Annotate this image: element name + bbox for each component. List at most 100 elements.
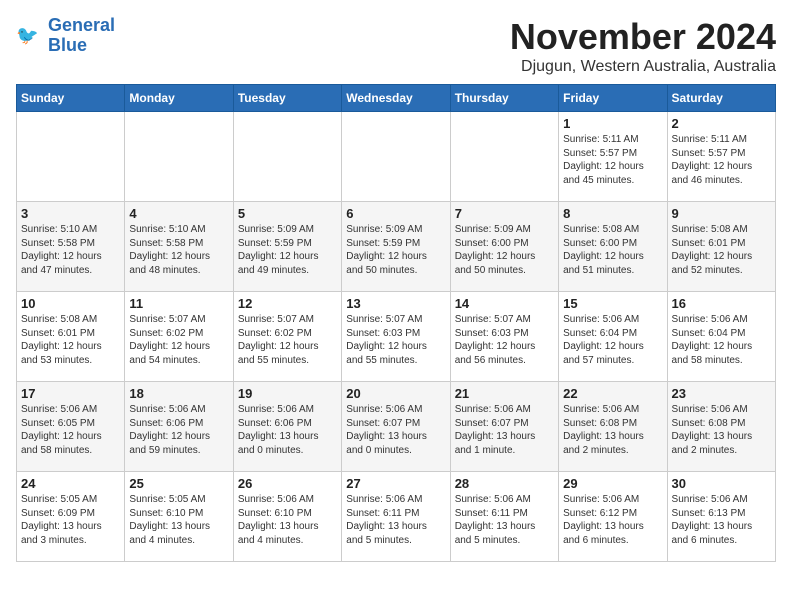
calendar-week-row: 1 Sunrise: 5:11 AM Sunset: 5:57 PM Daylig… xyxy=(17,112,776,202)
day-number: 20 xyxy=(346,386,445,401)
day-header: Thursday xyxy=(450,85,558,112)
calendar-cell: 14Sunrise: 5:07 AM Sunset: 6:03 PM Dayli… xyxy=(450,292,558,382)
calendar-cell: 20 Sunrise: 5:06 AM Sunset: 6:07 PM Dayli… xyxy=(342,382,450,472)
calendar-cell: 17 Sunrise: 5:06 AM Sunset: 6:05 PM Dayli… xyxy=(17,382,125,472)
month-title: November 2024 xyxy=(510,16,776,58)
logo-text: General Blue xyxy=(48,16,115,56)
day-header: Wednesday xyxy=(342,85,450,112)
logo: 🐦 General Blue xyxy=(16,16,115,56)
day-number: 18 xyxy=(129,386,228,401)
calendar-header-row: SundayMondayTuesdayWednesdayThursdayFrid… xyxy=(17,85,776,112)
calendar-cell: 12 Sunrise: 5:07 AM Sunset: 6:02 PM Dayli… xyxy=(233,292,341,382)
location: Djugun, Western Australia, Australia xyxy=(510,58,776,76)
day-info: Sunrise: 5:06 AM Sunset: 6:04 PM Dayligh… xyxy=(563,313,662,367)
day-number: 17 xyxy=(21,386,120,401)
day-info: Sunrise: 5:11 AM Sunset: 5:57 PM Dayligh… xyxy=(563,133,662,187)
calendar-cell: 21 Sunrise: 5:06 AM Sunset: 6:07 PM Dayli… xyxy=(450,382,558,472)
calendar-week-row: 17 Sunrise: 5:06 AM Sunset: 6:05 PM Dayli… xyxy=(17,382,776,472)
day-info: Sunrise: 5:06 AM Sunset: 6:13 PM Dayligh… xyxy=(672,493,771,547)
day-number: 6 xyxy=(346,206,445,221)
day-info: Sunrise: 5:06 AM Sunset: 6:06 PM Dayligh… xyxy=(238,403,337,457)
day-info: Sunrise: 5:08 AM Sunset: 6:01 PM Dayligh… xyxy=(672,223,771,277)
calendar-cell xyxy=(342,112,450,202)
day-number: 22 xyxy=(563,386,662,401)
day-number: 5 xyxy=(238,206,337,221)
day-header: Monday xyxy=(125,85,233,112)
day-number: 10 xyxy=(21,296,120,311)
calendar-cell: 29Sunrise: 5:06 AM Sunset: 6:12 PM Dayli… xyxy=(559,472,667,562)
calendar-week-row: 3 Sunrise: 5:10 AM Sunset: 5:58 PM Daylig… xyxy=(17,202,776,292)
calendar-cell: 1 Sunrise: 5:11 AM Sunset: 5:57 PM Daylig… xyxy=(559,112,667,202)
calendar-cell: 7 Sunrise: 5:09 AM Sunset: 6:00 PM Daylig… xyxy=(450,202,558,292)
header: 🐦 General Blue November 2024 Djugun, Wes… xyxy=(16,16,776,76)
day-number: 16 xyxy=(672,296,771,311)
day-number: 14 xyxy=(455,296,554,311)
calendar-cell: 5 Sunrise: 5:09 AM Sunset: 5:59 PM Daylig… xyxy=(233,202,341,292)
day-number: 8 xyxy=(563,206,662,221)
day-number: 24 xyxy=(21,476,120,491)
day-info: Sunrise: 5:09 AM Sunset: 6:00 PM Dayligh… xyxy=(455,223,554,277)
day-number: 11 xyxy=(129,296,228,311)
day-info: Sunrise: 5:06 AM Sunset: 6:07 PM Dayligh… xyxy=(346,403,445,457)
day-number: 2 xyxy=(672,116,771,131)
day-info: Sunrise: 5:06 AM Sunset: 6:05 PM Dayligh… xyxy=(21,403,120,457)
day-info: Sunrise: 5:10 AM Sunset: 5:58 PM Dayligh… xyxy=(129,223,228,277)
calendar-cell: 24 Sunrise: 5:05 AM Sunset: 6:09 PM Dayli… xyxy=(17,472,125,562)
calendar-cell: 23 Sunrise: 5:06 AM Sunset: 6:08 PM Dayli… xyxy=(667,382,775,472)
day-header: Saturday xyxy=(667,85,775,112)
day-info: Sunrise: 5:09 AM Sunset: 5:59 PM Dayligh… xyxy=(238,223,337,277)
day-info: Sunrise: 5:05 AM Sunset: 6:09 PM Dayligh… xyxy=(21,493,120,547)
day-number: 19 xyxy=(238,386,337,401)
day-info: Sunrise: 5:06 AM Sunset: 6:08 PM Dayligh… xyxy=(563,403,662,457)
calendar-cell: 4 Sunrise: 5:10 AM Sunset: 5:58 PM Daylig… xyxy=(125,202,233,292)
day-number: 9 xyxy=(672,206,771,221)
calendar-cell xyxy=(450,112,558,202)
calendar-cell: 26Sunrise: 5:06 AM Sunset: 6:10 PM Dayli… xyxy=(233,472,341,562)
calendar-cell: 11 Sunrise: 5:07 AM Sunset: 6:02 PM Dayli… xyxy=(125,292,233,382)
day-info: Sunrise: 5:07 AM Sunset: 6:02 PM Dayligh… xyxy=(129,313,228,367)
calendar-body: 1 Sunrise: 5:11 AM Sunset: 5:57 PM Daylig… xyxy=(17,112,776,562)
day-info: Sunrise: 5:06 AM Sunset: 6:07 PM Dayligh… xyxy=(455,403,554,457)
day-info: Sunrise: 5:06 AM Sunset: 6:04 PM Dayligh… xyxy=(672,313,771,367)
day-info: Sunrise: 5:11 AM Sunset: 5:57 PM Dayligh… xyxy=(672,133,771,187)
day-info: Sunrise: 5:08 AM Sunset: 6:00 PM Dayligh… xyxy=(563,223,662,277)
day-number: 1 xyxy=(563,116,662,131)
day-header: Tuesday xyxy=(233,85,341,112)
calendar-cell xyxy=(17,112,125,202)
day-number: 12 xyxy=(238,296,337,311)
day-number: 30 xyxy=(672,476,771,491)
day-info: Sunrise: 5:07 AM Sunset: 6:02 PM Dayligh… xyxy=(238,313,337,367)
calendar-cell: 27Sunrise: 5:06 AM Sunset: 6:11 PM Dayli… xyxy=(342,472,450,562)
day-number: 28 xyxy=(455,476,554,491)
svg-text:🐦: 🐦 xyxy=(16,25,39,45)
calendar-week-row: 24 Sunrise: 5:05 AM Sunset: 6:09 PM Dayli… xyxy=(17,472,776,562)
calendar-cell xyxy=(233,112,341,202)
logo-icon: 🐦 xyxy=(16,22,44,50)
calendar-cell: 15 Sunrise: 5:06 AM Sunset: 6:04 PM Dayli… xyxy=(559,292,667,382)
day-number: 7 xyxy=(455,206,554,221)
day-info: Sunrise: 5:06 AM Sunset: 6:08 PM Dayligh… xyxy=(672,403,771,457)
day-number: 3 xyxy=(21,206,120,221)
day-info: Sunrise: 5:07 AM Sunset: 6:03 PM Dayligh… xyxy=(346,313,445,367)
calendar-cell: 2 Sunrise: 5:11 AM Sunset: 5:57 PM Daylig… xyxy=(667,112,775,202)
day-info: Sunrise: 5:06 AM Sunset: 6:11 PM Dayligh… xyxy=(455,493,554,547)
day-number: 13 xyxy=(346,296,445,311)
day-number: 23 xyxy=(672,386,771,401)
day-number: 25 xyxy=(129,476,228,491)
day-header: Sunday xyxy=(17,85,125,112)
calendar-week-row: 10Sunrise: 5:08 AM Sunset: 6:01 PM Dayli… xyxy=(17,292,776,382)
title-area: November 2024 Djugun, Western Australia,… xyxy=(510,16,776,76)
day-info: Sunrise: 5:09 AM Sunset: 5:59 PM Dayligh… xyxy=(346,223,445,277)
calendar-cell: 6 Sunrise: 5:09 AM Sunset: 5:59 PM Daylig… xyxy=(342,202,450,292)
day-number: 26 xyxy=(238,476,337,491)
calendar-cell: 18 Sunrise: 5:06 AM Sunset: 6:06 PM Dayli… xyxy=(125,382,233,472)
day-number: 4 xyxy=(129,206,228,221)
day-number: 21 xyxy=(455,386,554,401)
day-number: 15 xyxy=(563,296,662,311)
calendar-cell: 8 Sunrise: 5:08 AM Sunset: 6:00 PM Daylig… xyxy=(559,202,667,292)
calendar-cell: 3Sunrise: 5:10 AM Sunset: 5:58 PM Daylig… xyxy=(17,202,125,292)
day-number: 27 xyxy=(346,476,445,491)
calendar-cell: 16 Sunrise: 5:06 AM Sunset: 6:04 PM Dayli… xyxy=(667,292,775,382)
day-info: Sunrise: 5:05 AM Sunset: 6:10 PM Dayligh… xyxy=(129,493,228,547)
day-info: Sunrise: 5:06 AM Sunset: 6:06 PM Dayligh… xyxy=(129,403,228,457)
